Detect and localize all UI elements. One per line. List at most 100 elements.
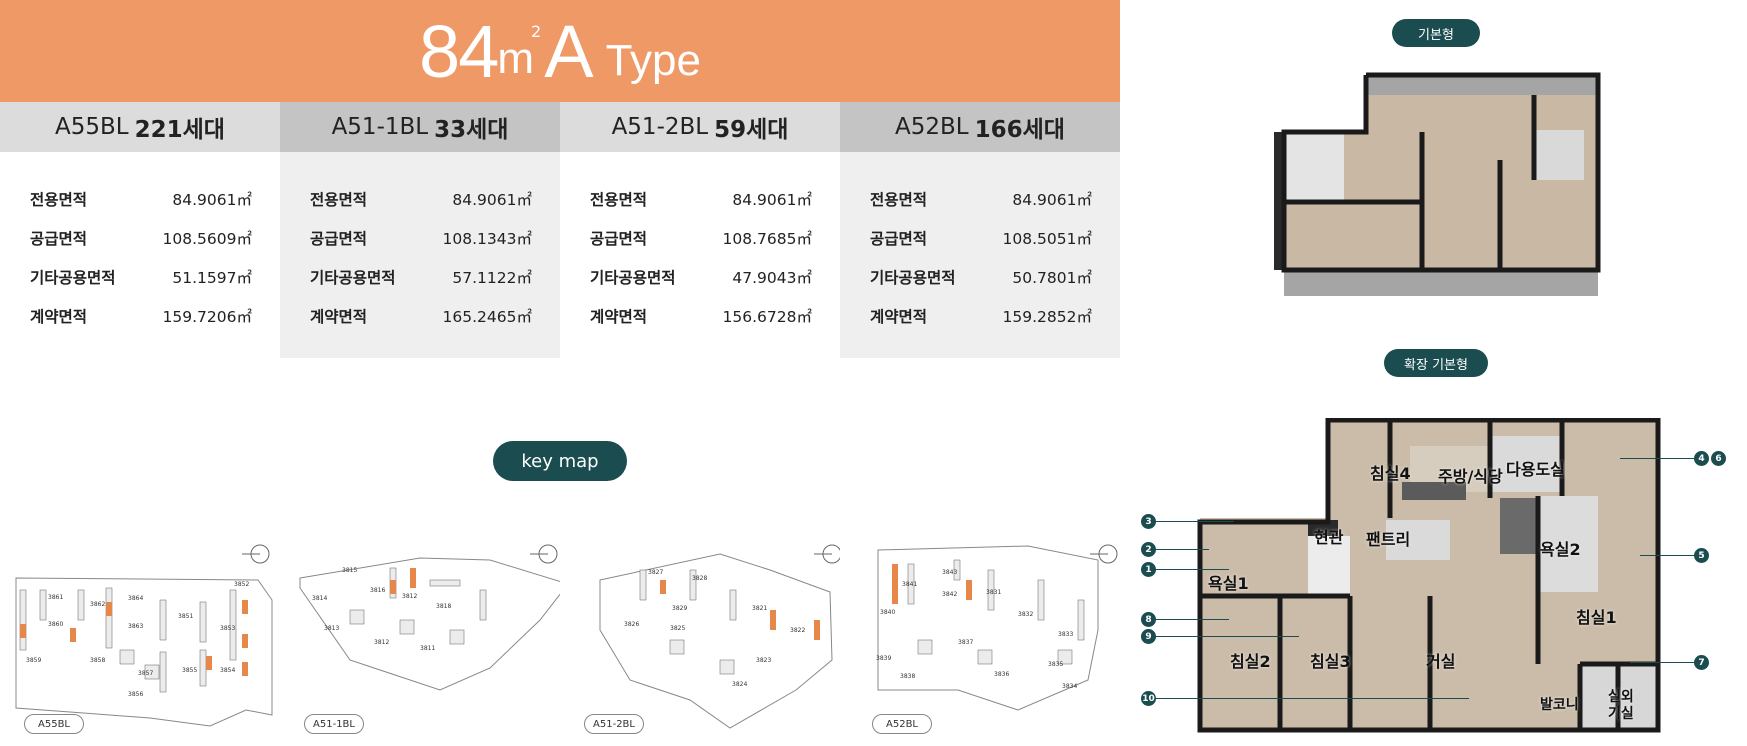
block-column: A51-1BL 33세대 전용면적 84.9061㎡ 공급면적 108.1343㎡ 기… [280,102,560,358]
block-name: A51-2BL [611,114,709,140]
room-bed1: 침실1 [1576,608,1617,627]
area-label: 계약면적 [870,308,928,326]
area-value: 159.2852㎡ [1002,308,1092,326]
site-map-a55bl[interactable]: 3852 3861 3862 3864 3851 3860 3863 3853 3859 3… [10,540,280,740]
svg-text:3815: 3815 [342,567,357,574]
area-row: 공급면적 108.5051㎡ [870,227,1092,266]
svg-text:3816: 3816 [370,587,385,594]
area-value: 50.7801㎡ [1012,269,1092,287]
area-value: 84.9061㎡ [172,191,252,209]
room-bed3: 침실3 [1310,652,1351,671]
leader-line [1149,619,1229,620]
area-unit: m [497,34,535,83]
room-balcony: 발코니 [1540,697,1579,713]
area-value: 84.9061㎡ [1012,191,1092,209]
key-map-button[interactable]: key map [493,441,627,481]
room-bath2: 욕실2 [1540,540,1581,559]
svg-text:3811: 3811 [420,645,435,652]
area-row: 기타공용면적 50.7801㎡ [870,266,1092,305]
marker-3: 3 [1141,514,1156,529]
room-pantry: 팬트리 [1366,530,1411,549]
leader-line [1620,458,1694,459]
area-label: 기타공용면적 [310,269,396,287]
svg-text:3841: 3841 [902,581,917,588]
svg-text:3814: 3814 [312,595,327,602]
block-header: A52BL 166세대 [840,102,1120,152]
block-column: A51-2BL 59세대 전용면적 84.9061㎡ 공급면적 108.7685㎡ 기… [560,102,840,358]
svg-text:3818: 3818 [436,603,451,610]
svg-text:3853: 3853 [220,625,235,632]
svg-text:3837: 3837 [958,639,973,646]
svg-text:3855: 3855 [182,667,197,674]
area-row: 기타공용면적 57.1122㎡ [310,266,532,305]
svg-text:3838: 3838 [900,673,915,680]
room-kitchen: 주방/식당 [1438,467,1503,486]
area-value: 156.6728㎡ [722,308,812,326]
site-map-a51-1bl[interactable]: 3815 3816 3812 3814 3818 3813 3812 3811 A51-1… [290,540,560,740]
site-outline: 3815 3816 3812 3814 3818 3813 3812 3811 [299,544,560,691]
site-outline: 3841 3843 3842 3831 3840 3832 3833 3837 3839 3… [876,544,1118,711]
svg-text:3840: 3840 [880,609,895,616]
site-map-a51-2bl[interactable]: 3827 3828 3829 3821 3826 3825 3822 3823 3824 A… [570,540,840,740]
svg-text:3828: 3828 [692,575,707,582]
leader-line [1640,555,1694,556]
leader-line [1630,662,1694,663]
area-label: 전용면적 [30,191,88,209]
area-row: 전용면적 84.9061㎡ [30,188,252,227]
svg-text:3852: 3852 [234,581,249,588]
leader-line [1149,549,1209,550]
room-living: 거실 [1426,652,1456,671]
svg-text:3832: 3832 [1018,611,1033,618]
block-column: A55BL 221세대 전용면적 84.9061㎡ 공급면적 108.5609㎡ 기타… [0,102,280,358]
area-label: 전용면적 [310,191,368,209]
area-value: 57.1122㎡ [452,269,532,287]
area-row: 공급면적 108.7685㎡ [590,227,812,266]
svg-text:3839: 3839 [876,655,891,662]
area-unit-superscript: 2 [531,21,542,41]
area-row: 계약면적 159.2852㎡ [870,305,1092,344]
room-bed2: 침실2 [1230,652,1271,671]
site-map-label: A55BL [24,714,84,734]
area-value: 108.1343㎡ [442,230,532,248]
area-row: 공급면적 108.1343㎡ [310,227,532,266]
block-name: A51-1BL [331,114,429,140]
svg-text:3860: 3860 [48,621,63,628]
svg-text:3857: 3857 [138,670,153,677]
area-label: 공급면적 [30,230,88,248]
svg-text:3826: 3826 [624,621,639,628]
svg-text:3824: 3824 [732,681,747,688]
svg-text:3833: 3833 [1058,631,1073,638]
extended-plan-tab[interactable]: 확장 기본형 [1384,349,1488,377]
area-label: 기타공용면적 [870,269,956,287]
site-map-a52bl[interactable]: 3841 3843 3842 3831 3840 3832 3833 3837 3839 3… [858,540,1128,740]
block-header: A55BL 221세대 [0,102,280,152]
area-label: 계약면적 [30,308,88,326]
svg-text:3835: 3835 [1048,661,1063,668]
room-entrance: 현관 [1314,528,1344,547]
area-label: 계약면적 [590,308,648,326]
floor-plan-drawing [1197,417,1661,733]
basic-floor-plan [1272,70,1602,304]
block-name: A55BL [55,114,129,140]
svg-text:3821: 3821 [752,605,767,612]
block-households: 33세대 [434,117,509,143]
area-value: 84.9061㎡ [452,191,532,209]
area-row: 전용면적 84.9061㎡ [310,188,532,227]
basic-plan-tab[interactable]: 기본형 [1392,19,1480,47]
area-value: 165.2465㎡ [442,308,532,326]
area-label: 전용면적 [590,191,648,209]
area-label: 전용면적 [870,191,928,209]
area-table: A55BL 221세대 전용면적 84.9061㎡ 공급면적 108.5609㎡ 기타… [0,102,1120,358]
svg-text:3834: 3834 [1062,683,1077,690]
svg-text:3851: 3851 [178,613,193,620]
svg-text:3823: 3823 [756,657,771,664]
area-label: 기타공용면적 [30,269,116,287]
room-multi: 다용도실 [1506,460,1565,479]
block-households: 221세대 [134,117,225,143]
area-row: 계약면적 156.6728㎡ [590,305,812,344]
area-label: 계약면적 [310,308,368,326]
floor-plan-drawing [1274,72,1601,296]
svg-text:3842: 3842 [942,591,957,598]
marker-8: 8 [1141,612,1156,627]
svg-text:3858: 3858 [90,657,105,664]
